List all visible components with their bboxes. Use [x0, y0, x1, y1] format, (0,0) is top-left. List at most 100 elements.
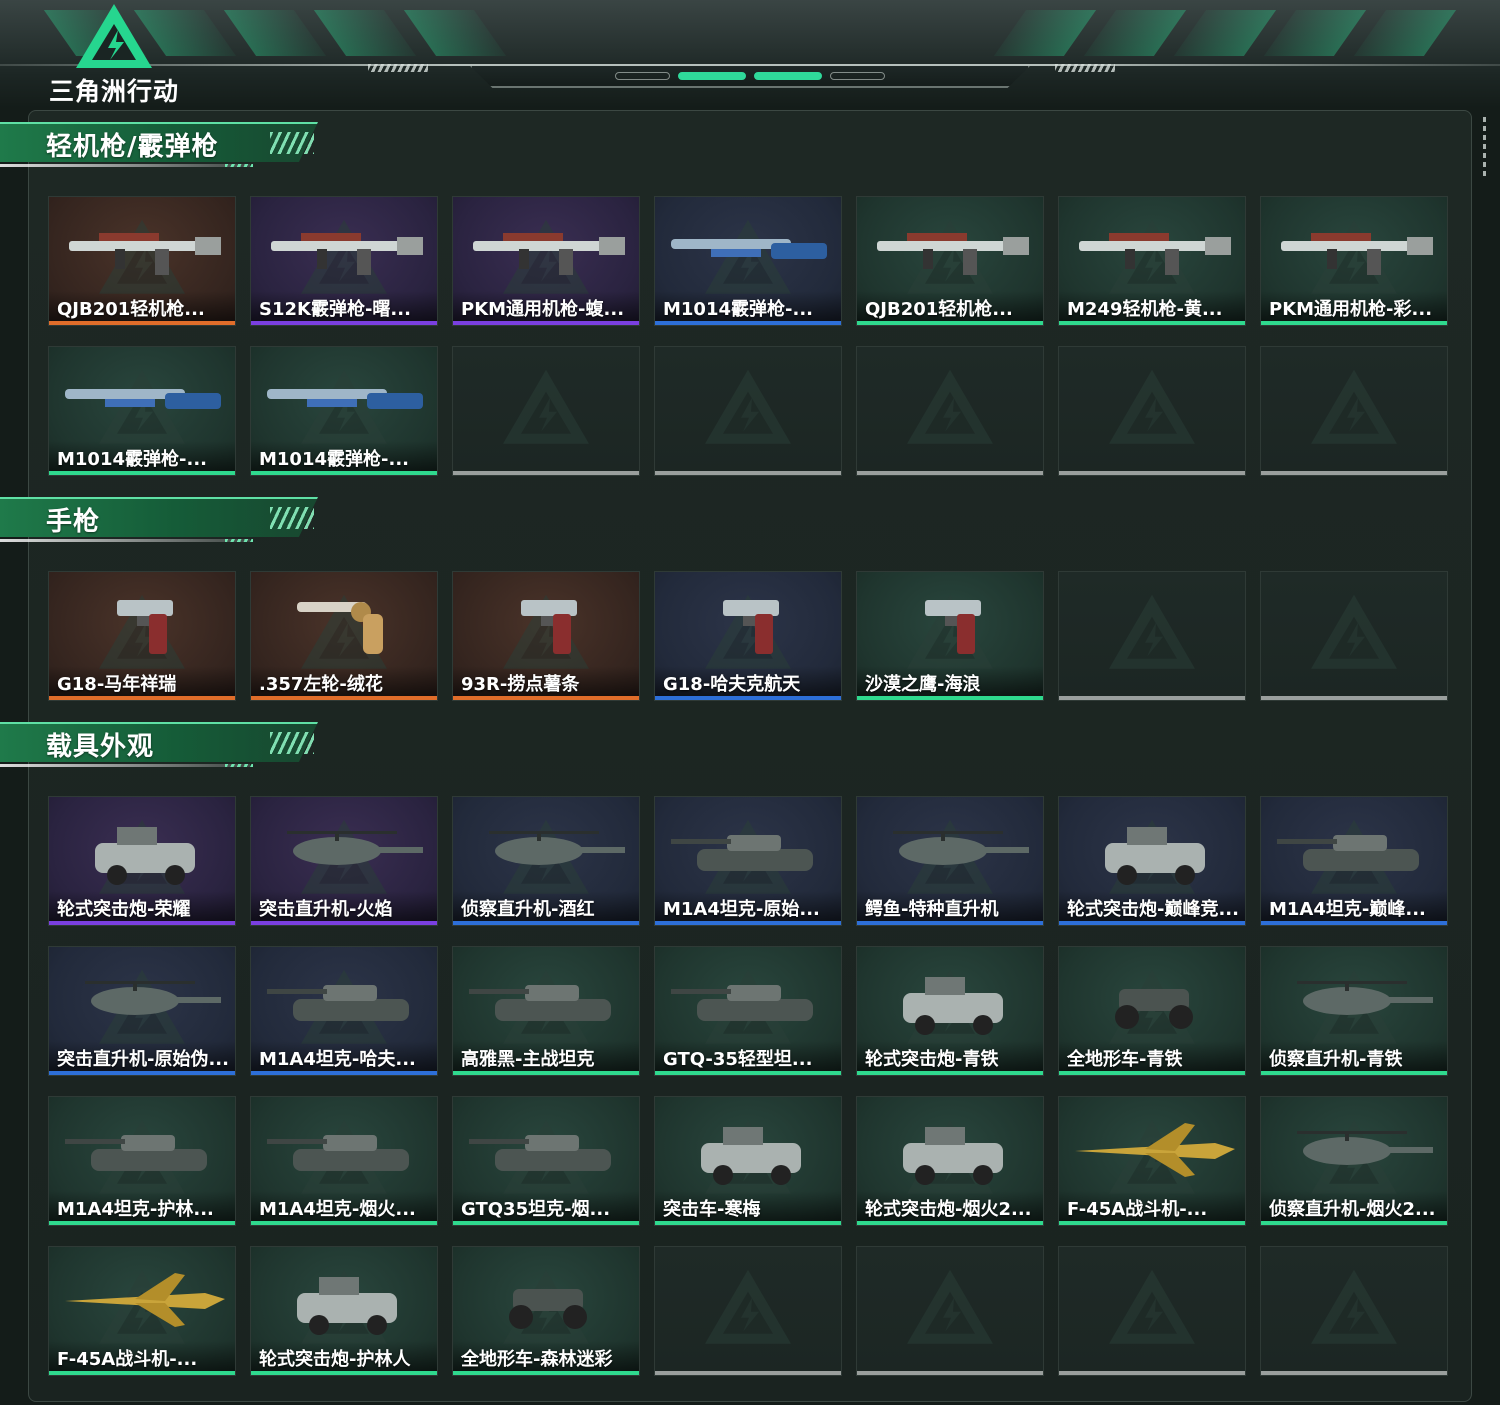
skin-card[interactable]: M1A4坦克-巅峰... — [1260, 796, 1448, 926]
skin-name: M1014霰弹枪-... — [251, 441, 437, 471]
rarity-bar — [857, 1071, 1043, 1075]
skin-card[interactable]: 侦察直升机-烟火2... — [1260, 1096, 1448, 1226]
skin-name: M249轻机枪-黄... — [1059, 291, 1245, 321]
skin-name: F-45A战斗机-... — [1059, 1191, 1245, 1221]
skin-card[interactable]: M1014霰弹枪-... — [654, 196, 842, 326]
rarity-bar — [1059, 1071, 1245, 1075]
skin-card[interactable]: QJB201轻机枪... — [856, 196, 1044, 326]
rarity-bar — [857, 471, 1043, 475]
skin-name: GTQ-35轻型坦... — [655, 1041, 841, 1071]
heli-skin-image — [85, 981, 221, 1015]
rarity-bar — [655, 1221, 841, 1225]
skin-name: M1A4坦克-护林... — [49, 1191, 235, 1221]
skin-name: 侦察直升机-酒红 — [453, 891, 639, 921]
skin-card[interactable]: GTQ-35轻型坦... — [654, 946, 842, 1076]
skin-card[interactable]: 全地形车-青铁 — [1058, 946, 1246, 1076]
tank-skin-image — [65, 1135, 207, 1171]
skin-card[interactable]: M249轻机枪-黄... — [1058, 196, 1246, 326]
skin-card[interactable]: 轮式突击炮-烟火2... — [856, 1096, 1044, 1226]
skin-card[interactable]: 鳄鱼-特种直升机 — [856, 796, 1044, 926]
skin-name: 轮式突击炮-青铁 — [857, 1041, 1043, 1071]
skin-card[interactable]: PKM通用机枪-彩... — [1260, 196, 1448, 326]
delta-watermark-icon — [705, 1269, 791, 1344]
rarity-bar — [655, 921, 841, 925]
rarity-bar — [1261, 921, 1447, 925]
skin-card[interactable]: F-45A战斗机-... — [1058, 1096, 1246, 1226]
skin-card[interactable]: 沙漠之鹰-海浪 — [856, 571, 1044, 701]
skin-card[interactable]: GTQ35坦克-烟... — [452, 1096, 640, 1226]
rarity-bar — [49, 696, 235, 700]
empty-slot — [1058, 346, 1246, 476]
tank-skin-image — [671, 835, 813, 871]
skin-name: 高雅黑-主战坦克 — [453, 1041, 639, 1071]
skin-card[interactable]: M1A4坦克-烟火... — [250, 1096, 438, 1226]
rarity-bar — [857, 321, 1043, 325]
heli-skin-image — [1297, 1131, 1433, 1165]
scrollbar[interactable] — [1483, 117, 1486, 179]
header-pill-active — [678, 72, 746, 80]
skin-card[interactable]: 突击直升机-火焰 — [250, 796, 438, 926]
skin-card[interactable]: 突击直升机-原始伪... — [48, 946, 236, 1076]
pistol-skin-image — [723, 600, 779, 654]
header-hash-mark — [368, 64, 428, 72]
skin-card[interactable]: PKM通用机枪-蝮... — [452, 196, 640, 326]
car-skin-image — [903, 977, 1003, 1035]
skin-card[interactable]: M1A4坦克-护林... — [48, 1096, 236, 1226]
rarity-bar — [49, 1371, 235, 1375]
section-header-pistol: 手枪 — [0, 497, 330, 547]
skin-name: M1A4坦克-烟火... — [251, 1191, 437, 1221]
delta-watermark-icon — [1311, 369, 1397, 444]
skin-card[interactable]: 轮式突击炮-巅峰竞... — [1058, 796, 1246, 926]
skin-card[interactable]: 轮式突击炮-护林人 — [250, 1246, 438, 1376]
skin-card[interactable]: M1014霰弹枪-... — [250, 346, 438, 476]
rifle-skin-image — [473, 233, 625, 275]
skin-name: 侦察直升机-烟火2... — [1261, 1191, 1447, 1221]
skin-card[interactable]: 全地形车-森林迷彩 — [452, 1246, 640, 1376]
section-title: 轻机枪/霰弹枪 — [46, 132, 219, 162]
rarity-bar — [251, 471, 437, 475]
rarity-bar — [251, 921, 437, 925]
skin-card[interactable]: .357左轮-绒花 — [250, 571, 438, 701]
rarity-bar — [857, 921, 1043, 925]
skin-card[interactable]: 突击车-寒梅 — [654, 1096, 842, 1226]
empty-slot — [654, 346, 842, 476]
delta-watermark-icon — [1311, 1269, 1397, 1344]
skin-card[interactable]: M1A4坦克-原始... — [654, 796, 842, 926]
rarity-bar — [857, 1371, 1043, 1375]
heli-skin-image — [893, 831, 1029, 865]
skin-card[interactable]: 侦察直升机-酒红 — [452, 796, 640, 926]
header-stripe — [313, 10, 417, 56]
skin-name: 轮式突击炮-巅峰竞... — [1059, 891, 1245, 921]
revolver-skin-image — [297, 602, 383, 654]
skin-card[interactable]: F-45A战斗机-... — [48, 1246, 236, 1376]
rarity-bar — [1059, 921, 1245, 925]
skin-name: QJB201轻机枪... — [49, 291, 235, 321]
header-stripe — [1083, 10, 1187, 56]
skin-card[interactable]: S12K霰弹枪-曙... — [250, 196, 438, 326]
skin-card[interactable]: QJB201轻机枪... — [48, 196, 236, 326]
skin-card[interactable]: 轮式突击炮-荣耀 — [48, 796, 236, 926]
skin-card[interactable]: G18-哈夫克航天 — [654, 571, 842, 701]
rarity-bar — [453, 1221, 639, 1225]
rifle-skin-image — [271, 233, 423, 275]
pistol-skin-image — [925, 600, 981, 654]
section-header-lmg-shotgun: 轻机枪/霰弹枪 — [0, 122, 330, 172]
empty-slot — [856, 1246, 1044, 1376]
skin-card[interactable]: 轮式突击炮-青铁 — [856, 946, 1044, 1076]
delta-watermark-icon — [705, 369, 791, 444]
rarity-bar — [1059, 1371, 1245, 1375]
skin-grid-vehicle: 轮式突击炮-荣耀 突击直升机-火焰 侦察直升机-酒红 M1A4坦克-原始... 鳄鱼-特… — [48, 796, 1448, 1376]
tank-skin-image — [1277, 835, 1419, 871]
delta-watermark-icon — [907, 1269, 993, 1344]
skin-card[interactable]: M1014霰弹枪-... — [48, 346, 236, 476]
skin-card[interactable]: 93R-捞点薯条 — [452, 571, 640, 701]
tank-skin-image — [671, 985, 813, 1021]
skin-card[interactable]: 侦察直升机-青铁 — [1260, 946, 1448, 1076]
skin-card[interactable]: G18-马年祥瑞 — [48, 571, 236, 701]
skin-card[interactable]: 高雅黑-主战坦克 — [452, 946, 640, 1076]
delta-watermark-icon — [1109, 594, 1195, 669]
skin-card[interactable]: M1A4坦克-哈夫... — [250, 946, 438, 1076]
delta-watermark-icon — [503, 369, 589, 444]
header-pill — [615, 72, 670, 80]
tank-skin-image — [469, 1135, 611, 1171]
